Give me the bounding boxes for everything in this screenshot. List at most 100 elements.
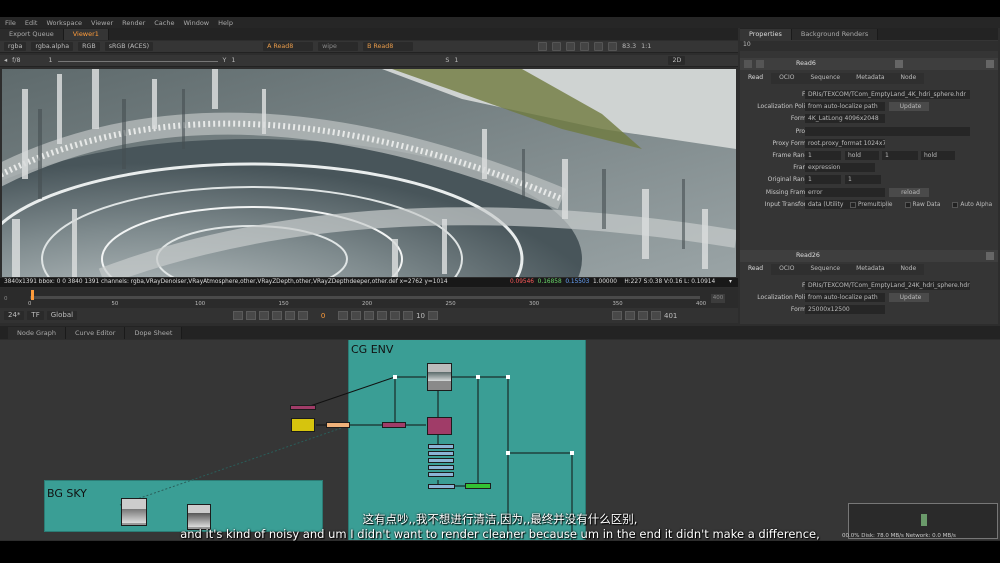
tab-curve-editor[interactable]: Curve Editor <box>65 327 126 339</box>
tab-export-queue[interactable]: Export Queue <box>0 29 64 40</box>
lock-icon[interactable] <box>651 311 661 320</box>
tab-properties[interactable]: Properties <box>740 29 792 40</box>
float-icon[interactable] <box>756 60 764 68</box>
menu-item-edit[interactable]: Edit <box>25 19 38 27</box>
gain-value[interactable]: 1 <box>49 57 53 64</box>
first-frame-button[interactable] <box>259 311 270 320</box>
fstop-value[interactable]: f/8 <box>12 57 20 64</box>
alpha-dropdown[interactable]: rgba.alpha <box>31 42 74 51</box>
play-backward-button[interactable] <box>298 311 309 320</box>
tab-viewer1[interactable]: Viewer1 <box>63 29 109 40</box>
checkbox-premultiplie[interactable]: Premultiplie <box>850 202 893 208</box>
playhead[interactable] <box>31 290 34 300</box>
channels-dropdown[interactable]: rgba <box>4 42 27 51</box>
out-point-icon[interactable] <box>390 311 401 320</box>
knob-value[interactable]: error <box>805 187 885 197</box>
dot-node-magenta[interactable] <box>290 405 316 410</box>
clip-warning-icon[interactable] <box>552 42 562 51</box>
knob-value[interactable]: root.proxy_format 1024x778 <box>805 138 885 148</box>
node-tab-ocio[interactable]: OCIO <box>771 264 803 275</box>
node-tab-metadata[interactable]: Metadata <box>848 264 893 275</box>
in-point-icon[interactable] <box>246 311 257 320</box>
close-icon[interactable] <box>986 60 994 68</box>
display-dropdown[interactable]: sRGB (ACES) <box>104 42 154 51</box>
zoom-value[interactable]: 83.3 <box>622 43 636 50</box>
info-dropdown-icon[interactable]: ▾ <box>729 278 732 287</box>
step-forward-button[interactable] <box>351 311 362 320</box>
menu-item-window[interactable]: Window <box>183 19 209 27</box>
green-node[interactable] <box>465 483 491 489</box>
view-mode-dropdown[interactable]: 2D <box>668 56 686 65</box>
knob-value[interactable]: DRIs/TEXCOM/TCom_EmptyLand_4K_hdri_spher… <box>805 90 970 99</box>
step-field[interactable]: 10 <box>416 312 425 320</box>
pause-icon[interactable] <box>608 42 618 51</box>
input-b-dropdown[interactable]: B Read8 <box>363 42 414 51</box>
menu-item-workspace[interactable]: Workspace <box>46 19 82 27</box>
node-tab-metadata[interactable]: Metadata <box>848 73 893 84</box>
cache-icon[interactable] <box>638 311 648 320</box>
shuffle-node[interactable] <box>427 417 452 435</box>
viewer-icon[interactable] <box>895 60 903 68</box>
read26-name[interactable]: Read26 <box>796 252 820 259</box>
frame-field[interactable]: 0 <box>311 312 335 320</box>
hold-dropdown[interactable]: hold <box>921 151 955 160</box>
checkbox-box[interactable] <box>952 202 959 208</box>
hold-dropdown[interactable]: hold <box>845 151 879 160</box>
timeline-track[interactable] <box>30 296 700 299</box>
mask-icon[interactable] <box>580 42 590 51</box>
knob-button[interactable]: Update <box>889 293 929 303</box>
knob-value[interactable]: from auto-localize path <box>805 102 885 112</box>
node-stack[interactable] <box>428 444 454 480</box>
knob-value[interactable] <box>805 126 970 136</box>
in-field[interactable]: 0 <box>4 296 8 302</box>
knob-value[interactable]: 4K_LatLong 4096x2048 <box>805 114 885 124</box>
knob-value[interactable]: from auto-localize path <box>805 293 885 303</box>
knob-button[interactable]: Update <box>889 102 929 112</box>
end-field[interactable]: 1 <box>845 175 881 185</box>
node-tab-read[interactable]: Read <box>740 73 772 84</box>
collapse-icon[interactable] <box>744 60 752 68</box>
play-forward-button[interactable] <box>338 311 349 320</box>
saturation-value[interactable]: 1 <box>454 57 458 64</box>
end-field[interactable]: 1 <box>882 151 918 160</box>
sync-icon[interactable] <box>233 311 244 320</box>
merge-node-yellow[interactable] <box>291 418 315 432</box>
grade-node[interactable] <box>382 422 406 428</box>
tab-node-graph[interactable]: Node Graph <box>8 327 66 339</box>
checkbox-auto-alpha[interactable]: Auto Alpha <box>952 202 992 208</box>
prev-icon[interactable]: ◂ <box>4 57 7 64</box>
checkbox-box[interactable] <box>850 202 856 208</box>
read6-name[interactable]: Read6 <box>796 60 816 67</box>
node-tab-node[interactable]: Node <box>892 264 925 275</box>
menu-item-viewer[interactable]: Viewer <box>91 19 113 27</box>
viewer-image[interactable] <box>2 69 736 277</box>
wipe-dropdown[interactable]: wipe <box>318 42 359 51</box>
read-node-env[interactable] <box>427 363 452 391</box>
bounce-icon[interactable] <box>625 311 635 320</box>
end-frame-field[interactable]: 401 <box>664 312 677 320</box>
scope-dropdown[interactable]: Global <box>46 311 78 320</box>
roi-icon[interactable] <box>538 42 548 51</box>
knob-button[interactable]: reload <box>889 187 929 197</box>
blue-node[interactable] <box>428 484 455 489</box>
ratio-value[interactable]: 1:1 <box>641 43 651 50</box>
checkbox-raw-data[interactable]: Raw Data <box>904 202 940 208</box>
node-graph[interactable]: CG ENV BG SKY <box>0 340 1000 540</box>
node-tab-ocio[interactable]: OCIO <box>771 73 803 84</box>
proxy-icon[interactable] <box>566 42 576 51</box>
rgb-dropdown[interactable]: RGB <box>78 42 100 51</box>
skip-back-button[interactable] <box>403 311 414 320</box>
knob-value[interactable]: 25000x12500 <box>805 305 885 315</box>
gamma-value[interactable]: 1 <box>231 57 235 64</box>
node-tab-read[interactable]: Read <box>740 264 772 275</box>
prev-keyframe-button[interactable] <box>272 311 283 320</box>
fps-dropdown[interactable]: 24* <box>4 311 25 320</box>
read26-header[interactable]: Read26 <box>740 250 998 262</box>
tf-dropdown[interactable]: TF <box>27 311 44 320</box>
close-icon[interactable] <box>986 252 994 260</box>
out-field[interactable]: 400 <box>711 294 725 303</box>
timeline[interactable]: 0 50 100 150 200 250 300 350 400 0 400 <box>0 288 738 308</box>
menu-item-cache[interactable]: Cache <box>154 19 174 27</box>
read6-header[interactable]: Read6 <box>740 58 998 70</box>
tab-background-renders[interactable]: Background Renders <box>791 29 879 40</box>
